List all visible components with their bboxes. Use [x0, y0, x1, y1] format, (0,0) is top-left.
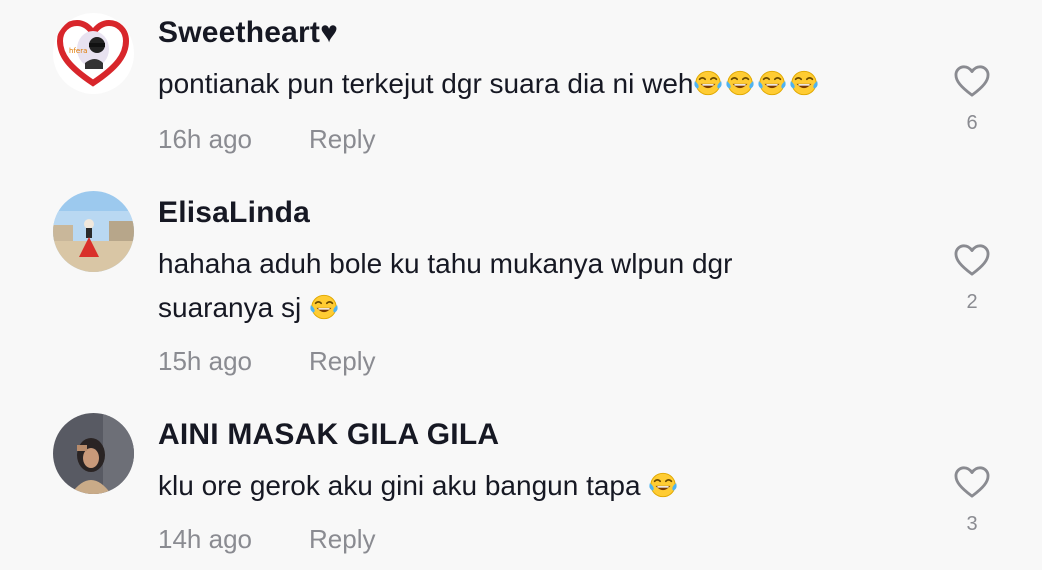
- comment-meta: 16h ago Reply: [158, 124, 375, 155]
- tears-of-joy-emoji-icon: [757, 69, 787, 97]
- reply-button[interactable]: Reply: [309, 124, 375, 155]
- photo-avatar-icon: [53, 191, 134, 272]
- comment-text-content: klu ore gerok aku gini aku bangun tapa: [158, 470, 641, 501]
- comment-text: klu ore gerok aku gini aku bangun tapa: [158, 464, 858, 508]
- user-avatar[interactable]: [53, 191, 134, 272]
- like-count: 2: [966, 291, 978, 313]
- like-button[interactable]: 6: [950, 64, 994, 135]
- tears-of-joy-emoji-icon: [693, 69, 723, 97]
- tears-of-joy-emoji-icon: [648, 471, 678, 499]
- comment-meta: 14h ago Reply: [158, 524, 375, 555]
- comment-timestamp: 15h ago: [158, 346, 252, 376]
- heart-outline-icon: [953, 465, 991, 499]
- comment-text-line-wrap: suaranya sj: [158, 286, 858, 330]
- comment-meta: 15h ago Reply: [158, 346, 375, 377]
- svg-text:hfera: hfera: [69, 47, 87, 55]
- comment-text-content: pontianak pun terkejut dgr suara dia ni …: [158, 68, 694, 99]
- reply-button[interactable]: Reply: [309, 524, 375, 555]
- comment-list: hfera Sweetheart♥ pontianak pun terkejut…: [0, 0, 1042, 570]
- heart-outline-icon: [953, 64, 991, 98]
- comment-timestamp: 14h ago: [158, 524, 252, 554]
- reply-button[interactable]: Reply: [309, 346, 375, 377]
- tears-of-joy-emoji-icon: [309, 293, 339, 321]
- comment-text-line: suaranya sj: [158, 292, 302, 323]
- tears-of-joy-emoji-icon: [725, 69, 755, 97]
- comment-username[interactable]: AINI MASAK GILA GILA: [158, 418, 499, 452]
- like-count: 3: [966, 513, 978, 535]
- comment-text-line: hahaha aduh bole ku tahu mukanya wlpun d…: [158, 248, 733, 279]
- comment-username[interactable]: Sweetheart♥: [158, 16, 338, 50]
- heart-outline-icon: [953, 243, 991, 277]
- heart-frame-avatar-icon: hfera: [53, 13, 134, 94]
- user-avatar[interactable]: hfera: [53, 13, 134, 94]
- like-button[interactable]: 2: [950, 243, 994, 314]
- tears-of-joy-emoji-icon: [789, 69, 819, 97]
- comment-timestamp: 16h ago: [158, 124, 252, 154]
- comment-text: hahaha aduh bole ku tahu mukanya wlpun d…: [158, 242, 858, 330]
- photo-avatar-icon: [53, 413, 134, 494]
- comment-username[interactable]: ElisaLinda: [158, 196, 310, 230]
- comment-text: pontianak pun terkejut dgr suara dia ni …: [158, 62, 858, 106]
- like-button[interactable]: 3: [950, 465, 994, 536]
- user-avatar[interactable]: [53, 413, 134, 494]
- like-count: 6: [966, 112, 978, 134]
